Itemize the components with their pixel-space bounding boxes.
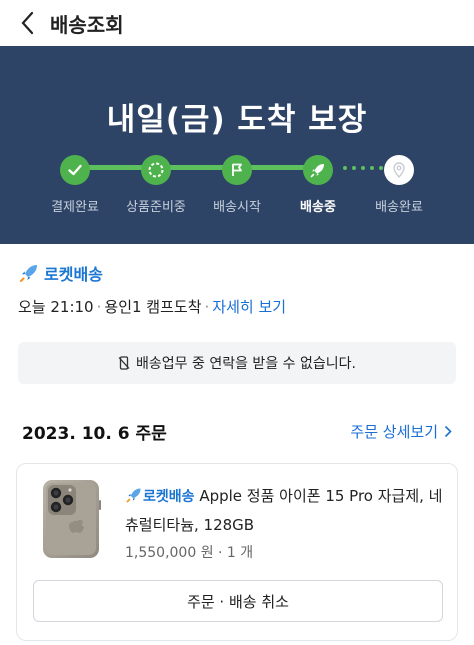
page-title: 배송조회 [50,12,124,37]
product-title[interactable]: 로켓배송 Apple 정품 아이폰 15 Pro 자급제, 네츄럴티타늄, 12… [125,482,455,539]
rocket-icon [19,265,37,283]
order-detail-link[interactable]: 주문 상세보기 [350,421,452,442]
flag-icon [222,155,252,185]
view-details-link[interactable]: 자세히 보기 [212,296,286,317]
order-item-card: 로켓배송 Apple 정품 아이폰 15 Pro 자급제, 네츄럴티타늄, 12… [16,463,458,641]
order-section: 2023. 10. 6 주문 주문 상세보기 로켓배송 Apple 정품 아이폰… [0,400,474,645]
chevron-right-icon [444,425,452,438]
step-delivered: 배송완료 [359,155,439,215]
product-image[interactable] [39,478,103,560]
rocket-delivery-label: 로켓배송 [143,489,195,505]
order-date: 2023. 10. 6 주문 [22,424,167,444]
eta-location: 용인1 캠프도착 [104,298,202,316]
delivery-progress: 결제완료 상품준비중 배송시작 배송중 배송완료 [0,155,474,235]
phone-off-icon [118,356,130,370]
check-icon [60,155,90,185]
step-payment-complete: 결제완료 [35,155,115,215]
delivery-status-banner: 내일(금) 도착 보장 결제완료 상품준비중 배송시작 배송중 배송완료 [0,46,474,244]
eta-time: 오늘 21:10 [18,298,94,316]
step-in-delivery: 배송중 [278,155,358,215]
no-contact-notice: 배송업무 중 연락을 받을 수 없습니다. [18,342,456,384]
rocket-icon [303,155,333,185]
top-bar: 배송조회 [0,0,474,46]
rocket-delivery-badge: 로켓배송 [18,262,456,284]
location-pin-icon [384,155,414,185]
rocket-icon [126,488,141,503]
eta-row: 오늘 21:10 · 용인1 캠프도착 · 자세히 보기 [18,296,287,317]
step-shipping-started: 배송시작 [197,155,277,215]
step-preparing: 상품준비중 [116,155,196,215]
cancel-order-button[interactable]: 주문 · 배송 취소 [33,580,443,622]
back-arrow-icon[interactable] [14,10,40,36]
product-price: 1,550,000 원 · 1 개 [125,545,254,561]
loading-circle-icon [141,155,171,185]
order-header: 2023. 10. 6 주문 주문 상세보기 [0,400,474,463]
delivery-info-section: 로켓배송 오늘 21:10 · 용인1 캠프도착 · 자세히 보기 배송업무 중… [0,244,474,404]
